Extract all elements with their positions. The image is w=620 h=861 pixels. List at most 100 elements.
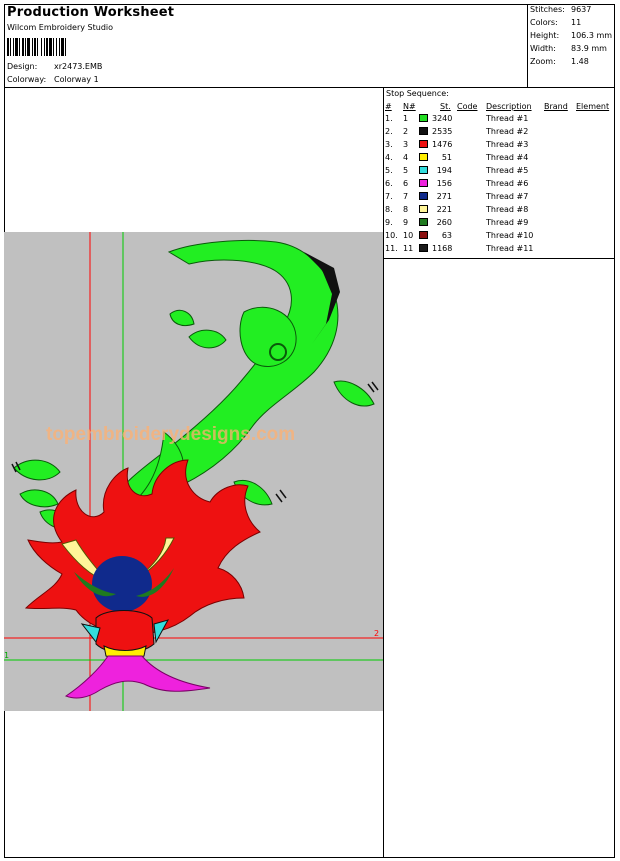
colors-label: Colors: xyxy=(530,18,558,27)
row-description: Thread #6 xyxy=(486,179,529,188)
row-description: Thread #10 xyxy=(486,231,534,240)
col-brand: Brand xyxy=(544,102,568,111)
design-preview-graphic: topembroiderydesigns.com 1 2 xyxy=(4,232,383,711)
row-stitches: 51 xyxy=(441,153,452,162)
thread-color-swatch xyxy=(419,140,428,148)
row-n: 2 xyxy=(403,127,409,136)
row-stitches: 271 xyxy=(436,192,452,201)
barcode-bar xyxy=(25,38,26,56)
row-index: 2. xyxy=(385,127,393,136)
sequence-divider xyxy=(383,258,615,259)
row-description: Thread #9 xyxy=(486,218,529,227)
row-index: 11. xyxy=(385,244,398,253)
colors-value: 11 xyxy=(571,18,582,27)
row-description: Thread #7 xyxy=(486,192,529,201)
thread-color-swatch xyxy=(419,114,428,122)
barcode-bar xyxy=(41,38,42,56)
row-index: 8. xyxy=(385,205,393,214)
col-n: N# xyxy=(403,102,416,111)
row-description: Thread #4 xyxy=(486,153,529,162)
barcode-bar xyxy=(15,38,18,56)
row-index: 9. xyxy=(385,218,393,227)
colorway-label: Colorway: xyxy=(7,75,47,84)
row-n: 6 xyxy=(403,179,409,188)
stats-divider xyxy=(527,4,528,87)
row-stitches: 63 xyxy=(441,231,452,240)
row-n: 8 xyxy=(403,205,409,214)
row-description: Thread #11 xyxy=(486,244,534,253)
design-preview: topembroiderydesigns.com 1 2 xyxy=(4,232,383,711)
row-stitches: 2535 xyxy=(432,127,453,136)
marker-2: 2 xyxy=(374,629,379,638)
barcode-bar xyxy=(46,38,48,56)
barcode-bar xyxy=(53,38,54,56)
barcode-bar xyxy=(44,38,45,56)
row-n: 9 xyxy=(403,218,409,227)
row-description: Thread #8 xyxy=(486,205,529,214)
page-title: Production Worksheet xyxy=(7,5,175,20)
col-code: Code xyxy=(457,102,478,111)
col-st: St. xyxy=(440,102,451,111)
row-index: 4. xyxy=(385,153,393,162)
row-n: 10 xyxy=(403,231,414,240)
row-description: Thread #5 xyxy=(486,166,529,175)
stop-sequence-title: Stop Sequence: xyxy=(386,89,449,98)
thread-color-swatch xyxy=(419,127,428,135)
row-description: Thread #2 xyxy=(486,127,529,136)
row-stitches: 1476 xyxy=(432,140,453,149)
barcode-image xyxy=(7,38,131,56)
row-stitches: 260 xyxy=(436,218,452,227)
col-description: Description xyxy=(486,102,532,111)
zoom-label: Zoom: xyxy=(530,57,556,66)
row-stitches: 156 xyxy=(436,179,452,188)
barcode-bar xyxy=(22,38,24,56)
row-stitches: 194 xyxy=(436,166,452,175)
thread-color-swatch xyxy=(419,218,428,226)
dragon-beard xyxy=(64,655,211,699)
barcode-bar xyxy=(19,38,20,56)
header-divider xyxy=(4,87,615,88)
row-index: 3. xyxy=(385,140,393,149)
barcode-bar xyxy=(27,38,30,56)
row-index: 5. xyxy=(385,166,393,175)
barcode-graphic xyxy=(7,38,66,56)
col-element: Element xyxy=(576,102,610,111)
row-stitches: 3240 xyxy=(432,114,453,123)
marker-1: 1 xyxy=(4,651,9,660)
height-value: 106.3 mm xyxy=(571,31,613,40)
width-value: 83.9 mm xyxy=(571,44,607,53)
zoom-value: 1.48 xyxy=(571,57,589,66)
thread-color-swatch xyxy=(419,179,428,187)
watermark-text: topembroiderydesigns.com xyxy=(46,424,295,445)
thread-color-swatch xyxy=(419,192,428,200)
barcode-bar xyxy=(10,38,11,56)
col-index: # xyxy=(385,102,392,111)
row-index: 7. xyxy=(385,192,393,201)
stitches-value: 9637 xyxy=(571,5,592,14)
row-n: 3 xyxy=(403,140,409,149)
barcode-bar xyxy=(13,38,14,56)
thread-color-swatch xyxy=(419,166,428,174)
row-description: Thread #3 xyxy=(486,140,529,149)
row-n: 1 xyxy=(403,114,409,123)
barcode-bar xyxy=(61,38,64,56)
software-name: Wilcom Embroidery Studio xyxy=(7,23,114,32)
row-index: 10. xyxy=(385,231,398,240)
barcode-bar xyxy=(37,38,38,56)
row-n: 4 xyxy=(403,153,409,162)
height-label: Height: xyxy=(530,31,560,40)
design-value: xr2473.EMB xyxy=(54,62,103,71)
row-index: 1. xyxy=(385,114,393,123)
column-divider xyxy=(383,87,384,858)
dragon-ear-right xyxy=(153,619,170,644)
colorway-value: Colorway 1 xyxy=(54,75,99,84)
barcode-bar xyxy=(56,38,57,56)
barcode-bar xyxy=(59,38,60,56)
stitches-label: Stitches: xyxy=(530,5,565,14)
barcode-bar xyxy=(34,38,36,56)
barcode-bar xyxy=(65,38,66,56)
row-n: 5 xyxy=(403,166,409,175)
row-index: 6. xyxy=(385,179,393,188)
row-stitches: 1168 xyxy=(432,244,453,253)
barcode-bar xyxy=(49,38,52,56)
